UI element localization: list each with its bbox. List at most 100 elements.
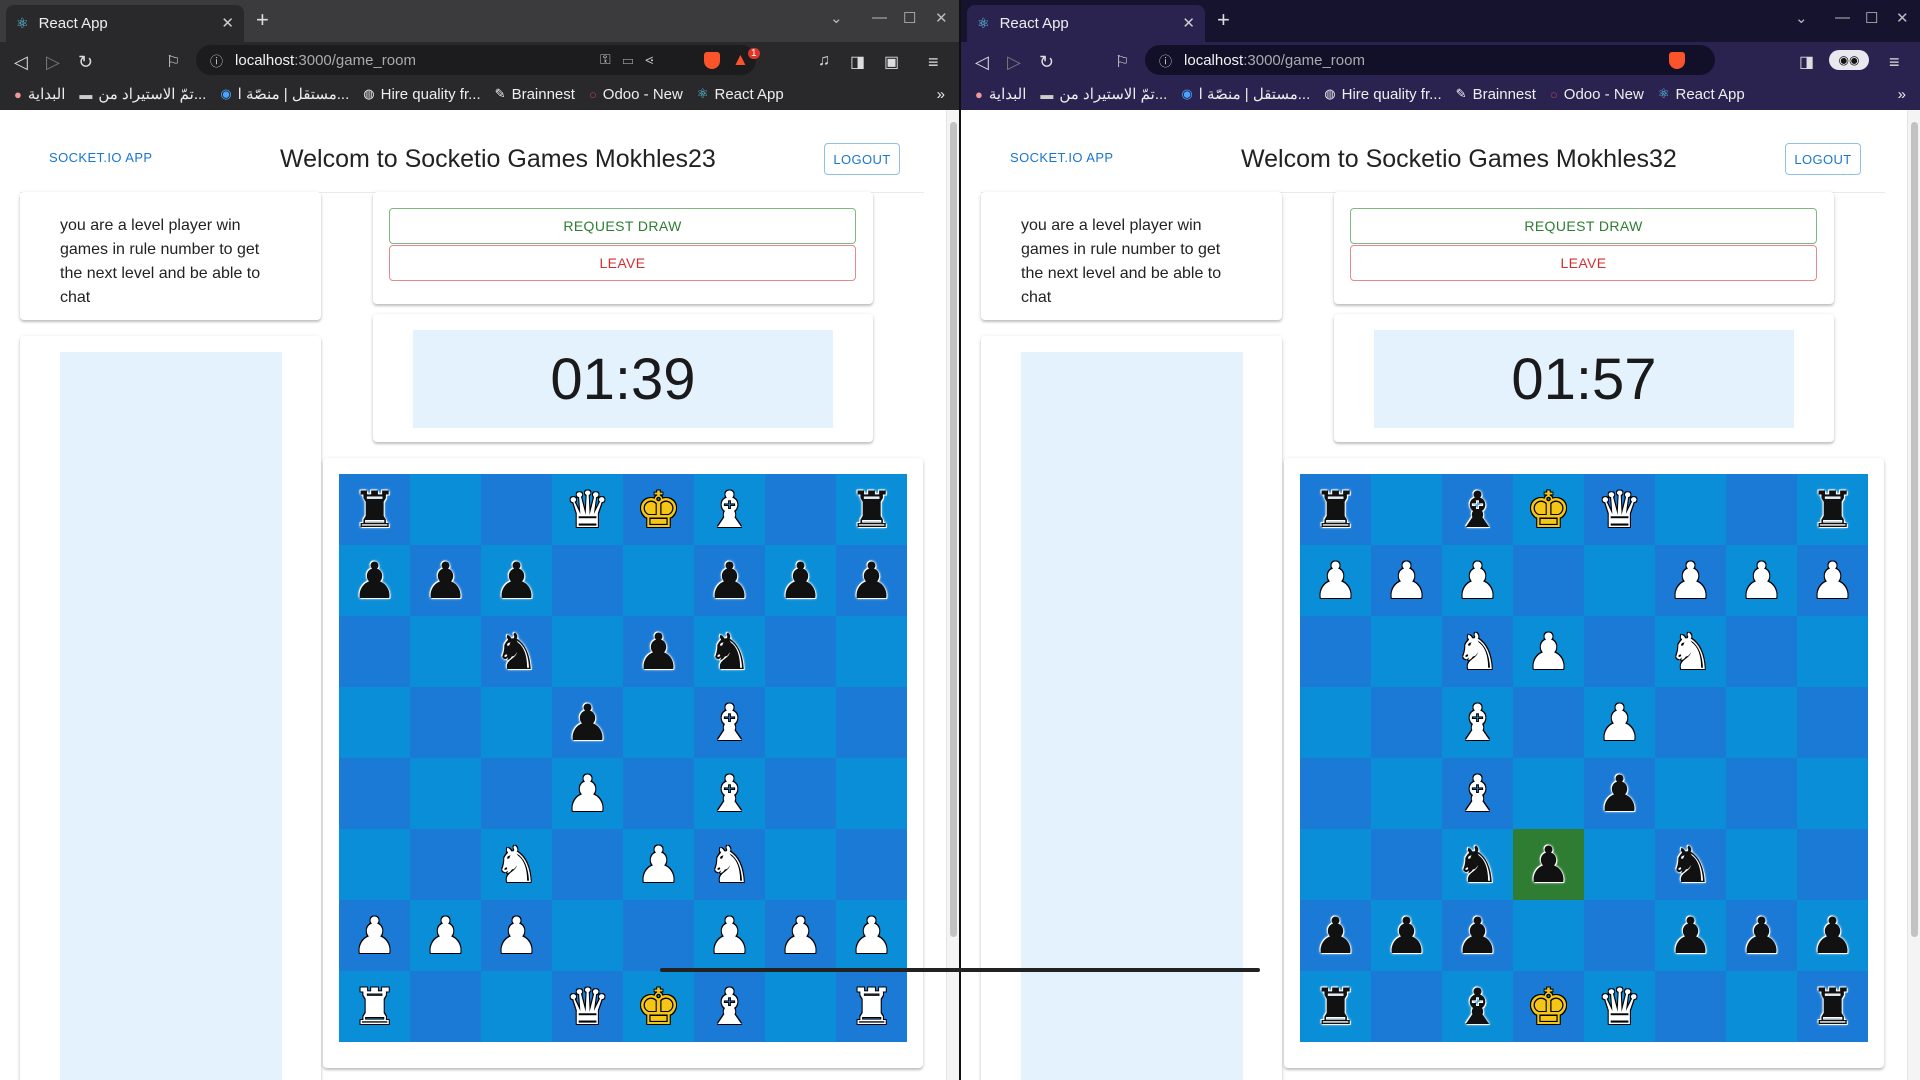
- sidebar-icon[interactable]: ◨: [850, 52, 865, 72]
- board-square[interactable]: ♟: [1655, 545, 1726, 616]
- board-square[interactable]: ♟: [1371, 900, 1442, 971]
- black-pawn-piece[interactable]: ♟: [1810, 911, 1855, 961]
- board-square[interactable]: ♟: [765, 900, 836, 971]
- board-square[interactable]: ♟: [1300, 545, 1371, 616]
- black-pawn-piece[interactable]: ♟: [849, 556, 894, 606]
- white-pawn-piece[interactable]: ♟: [352, 911, 397, 961]
- white-pawn-piece[interactable]: ♟: [565, 769, 610, 819]
- board-square[interactable]: [765, 829, 836, 900]
- board-square[interactable]: [410, 474, 481, 545]
- white-pawn-piece[interactable]: ♟: [778, 911, 823, 961]
- white-queen-piece[interactable]: ♛: [565, 982, 610, 1032]
- board-square[interactable]: [1726, 687, 1797, 758]
- board-square[interactable]: [623, 900, 694, 971]
- board-square[interactable]: [623, 758, 694, 829]
- board-square[interactable]: ♞: [1442, 829, 1513, 900]
- bookmark-item[interactable]: ✎ Brainnest: [1456, 86, 1536, 103]
- new-tab-icon[interactable]: +: [256, 7, 269, 33]
- black-pawn-piece[interactable]: ♟: [707, 556, 752, 606]
- white-bishop-piece[interactable]: ♝: [707, 769, 752, 819]
- black-rook-piece[interactable]: ♜: [352, 485, 397, 535]
- board-square[interactable]: ♟: [765, 545, 836, 616]
- black-pawn-piece[interactable]: ♟: [1384, 911, 1429, 961]
- scrollbar[interactable]: [1907, 110, 1920, 1080]
- reload-icon[interactable]: ↻: [1039, 52, 1054, 73]
- white-pawn-piece[interactable]: ♟: [1384, 556, 1429, 606]
- board-square[interactable]: [1584, 545, 1655, 616]
- white-knight-piece[interactable]: ♞: [494, 840, 539, 890]
- board-square[interactable]: ♟: [1584, 687, 1655, 758]
- board-square[interactable]: [1726, 758, 1797, 829]
- board-square[interactable]: [1655, 687, 1726, 758]
- board-square[interactable]: [765, 758, 836, 829]
- board-square[interactable]: [836, 829, 907, 900]
- board-square[interactable]: ♞: [481, 616, 552, 687]
- forward-icon[interactable]: ▷: [1007, 52, 1021, 73]
- board-square[interactable]: ♟: [1513, 829, 1584, 900]
- bookmark-item[interactable]: ○ Odoo - New: [589, 86, 683, 103]
- black-pawn-piece[interactable]: ♟: [352, 556, 397, 606]
- forward-icon[interactable]: ▷: [46, 52, 60, 73]
- board-square[interactable]: [1726, 474, 1797, 545]
- board-square[interactable]: ♟: [1726, 900, 1797, 971]
- board-square[interactable]: ♟: [623, 829, 694, 900]
- bookmark-item[interactable]: ◍ Hire quality fr...: [1324, 86, 1441, 103]
- new-tab-icon[interactable]: +: [1217, 7, 1230, 33]
- board-square[interactable]: [1371, 829, 1442, 900]
- black-pawn-piece[interactable]: ♟: [1313, 911, 1358, 961]
- wallet-icon[interactable]: ▣: [884, 52, 899, 72]
- board-square[interactable]: ♟: [1584, 758, 1655, 829]
- board-square[interactable]: ♟: [410, 900, 481, 971]
- board-square[interactable]: [1300, 829, 1371, 900]
- board-square[interactable]: ♟: [552, 687, 623, 758]
- info-icon[interactable]: ⓘ: [1159, 51, 1172, 70]
- board-square[interactable]: [765, 474, 836, 545]
- scrollbar-thumb[interactable]: [950, 122, 957, 937]
- board-square[interactable]: ♝: [694, 687, 765, 758]
- board-square[interactable]: ♜: [1797, 971, 1868, 1042]
- black-bishop-piece[interactable]: ♝: [1455, 982, 1500, 1032]
- board-square[interactable]: ♛: [1584, 971, 1655, 1042]
- close-tab-icon[interactable]: ✕: [1182, 14, 1195, 32]
- more-bookmarks-icon[interactable]: »: [937, 86, 945, 103]
- address-bar-icons[interactable]: ⚿▭⋖: [600, 51, 665, 68]
- black-rook-piece[interactable]: ♜: [1810, 982, 1855, 1032]
- bookmark-item[interactable]: ◍ Hire quality fr...: [363, 86, 480, 103]
- board-square[interactable]: [1797, 758, 1868, 829]
- board-square[interactable]: ♝: [1442, 758, 1513, 829]
- board-square[interactable]: [1797, 616, 1868, 687]
- address-bar[interactable]: ⓘ localhost :3000/game_room: [196, 45, 756, 75]
- board-square[interactable]: [410, 687, 481, 758]
- white-queen-piece[interactable]: ♛: [1597, 982, 1642, 1032]
- board-square[interactable]: ♟: [1797, 900, 1868, 971]
- board-square[interactable]: ♟: [694, 545, 765, 616]
- board-square[interactable]: ♚: [623, 474, 694, 545]
- white-bishop-piece[interactable]: ♝: [707, 982, 752, 1032]
- board-square[interactable]: ♞: [1442, 616, 1513, 687]
- black-rook-piece[interactable]: ♜: [1810, 485, 1855, 535]
- white-pawn-piece[interactable]: ♟: [636, 840, 681, 890]
- maximize-icon[interactable]: ☐: [1865, 9, 1878, 27]
- board-square[interactable]: ♚: [1513, 971, 1584, 1042]
- board-square[interactable]: ♞: [1655, 616, 1726, 687]
- black-rook-piece[interactable]: ♜: [1313, 982, 1358, 1032]
- white-rook-piece[interactable]: ♜: [352, 982, 397, 1032]
- board-square[interactable]: ♟: [836, 545, 907, 616]
- leave-button[interactable]: LEAVE: [389, 245, 856, 281]
- board-square[interactable]: ♟: [1513, 616, 1584, 687]
- board-square[interactable]: ♞: [1655, 829, 1726, 900]
- black-pawn-piece[interactable]: ♟: [1668, 911, 1713, 961]
- maximize-icon[interactable]: ☐: [903, 9, 916, 27]
- scrollbar[interactable]: [946, 110, 959, 1080]
- tab-react-app[interactable]: ⚛ React App ✕: [967, 5, 1205, 42]
- bookmark-item[interactable]: ⚛ React App: [697, 86, 784, 103]
- board-square[interactable]: ♝: [694, 758, 765, 829]
- board-square[interactable]: [481, 971, 552, 1042]
- board-square[interactable]: [623, 687, 694, 758]
- board-square[interactable]: ♛: [1584, 474, 1655, 545]
- board-square[interactable]: ♟: [1442, 900, 1513, 971]
- tab-search-icon[interactable]: ⌄: [1795, 9, 1808, 27]
- board-square[interactable]: [410, 616, 481, 687]
- black-knight-piece[interactable]: ♞: [494, 627, 539, 677]
- board-square[interactable]: ♟: [552, 758, 623, 829]
